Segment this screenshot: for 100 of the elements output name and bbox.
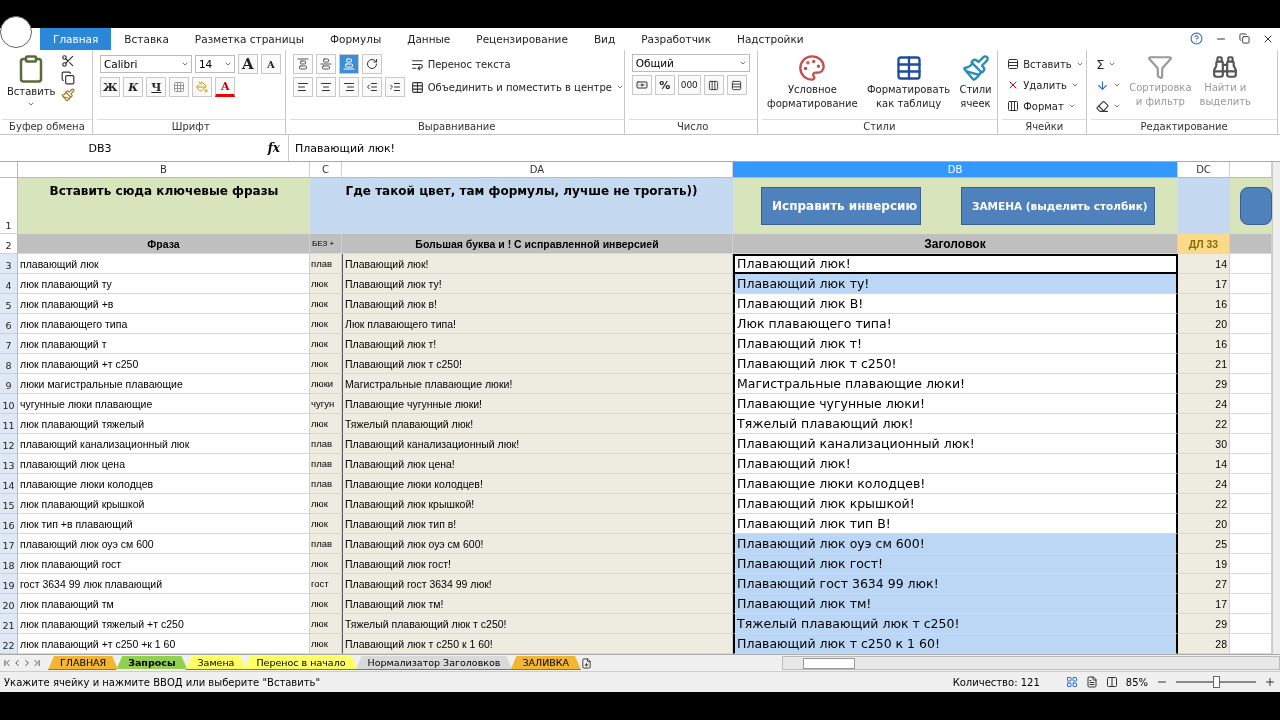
percent-button[interactable]: % xyxy=(654,75,675,95)
cells-button[interactable]: Удалить xyxy=(1005,75,1086,95)
macro-button[interactable]: ЗАМЕНА (выделить столбик) xyxy=(961,187,1155,225)
function-button[interactable]: fx xyxy=(200,141,288,155)
horizontal-scrollbar[interactable] xyxy=(782,656,1280,670)
font-color-button[interactable]: A xyxy=(215,77,236,97)
ribbon-tab[interactable]: Надстройки xyxy=(724,28,817,50)
table-cell: люк xyxy=(310,594,342,614)
outdent-icon xyxy=(365,81,378,93)
table-cell: 14 xyxy=(1178,254,1230,274)
row-header[interactable]: 5 xyxy=(0,294,18,314)
indent-button[interactable] xyxy=(384,77,405,97)
fill-color-button[interactable] xyxy=(192,77,213,97)
ribbon-tab[interactable]: Разметка страницы xyxy=(181,28,317,50)
column-header[interactable]: DA xyxy=(342,162,733,178)
styles-button[interactable]: Стили ячеек xyxy=(957,54,994,110)
wrap-text-button[interactable]: Перенос текста xyxy=(408,54,626,74)
row-header[interactable]: 3 xyxy=(0,254,18,274)
sheet-tab[interactable]: Нормализатор Заголовков xyxy=(355,656,513,670)
merge-button[interactable]: Объединить и поместить в центре xyxy=(408,77,626,97)
cells-button[interactable]: Формат xyxy=(1005,96,1086,116)
table-cell: Тяжелый плавающий люк т с250! xyxy=(733,614,1178,634)
row-header[interactable]: 21 xyxy=(0,614,18,634)
row-header[interactable]: 2 xyxy=(0,234,18,254)
row-header[interactable]: 1 xyxy=(0,178,18,234)
table-cell: Плавающий люк крышкой! xyxy=(733,494,1178,514)
row-header[interactable]: 15 xyxy=(0,494,18,514)
table-cell: люк плавающий +в xyxy=(18,294,310,314)
shrink-font-button[interactable]: A xyxy=(260,54,281,74)
grow-font-button[interactable]: A xyxy=(237,54,258,74)
sheet-tab[interactable]: ГЛАВНАЯ xyxy=(48,656,119,670)
bold-button[interactable]: Ж xyxy=(99,77,121,97)
row-header[interactable]: 22 xyxy=(0,634,18,654)
vertical-align-button[interactable] xyxy=(292,54,313,74)
orientation-button[interactable] xyxy=(361,54,382,74)
outdent-button[interactable] xyxy=(361,77,382,97)
ribbon-tab[interactable]: Разработчик xyxy=(628,28,724,50)
ribbon-tab[interactable]: Формулы xyxy=(316,28,395,50)
table-cell: плавающие люки колодцев xyxy=(18,474,310,494)
italic-button[interactable]: К xyxy=(123,77,144,97)
macro-button[interactable] xyxy=(1240,187,1272,225)
table-cell: Плавающий люк гост! xyxy=(733,554,1178,574)
table-cell: чугунные люки плавающие xyxy=(18,394,310,414)
zoom-thumb[interactable] xyxy=(1213,676,1220,688)
number-format-select[interactable]: Общий xyxy=(631,54,750,72)
borders-button[interactable] xyxy=(169,77,190,97)
column-header[interactable]: C xyxy=(310,162,342,178)
table-cell: Плавающий люк т с250! xyxy=(733,354,1178,374)
row-header[interactable]: 16 xyxy=(0,514,18,534)
cells-button[interactable]: Вставить xyxy=(1005,54,1086,74)
vertical-scrollbar[interactable] xyxy=(1272,162,1280,654)
styles-button[interactable]: Форматировать как таблицу xyxy=(864,54,953,110)
row-header[interactable]: 8 xyxy=(0,354,18,374)
sheet-tab[interactable]: Перенос в начало xyxy=(244,656,358,670)
ribbon-tab[interactable]: Вид xyxy=(580,28,629,50)
row-header[interactable]: 4 xyxy=(0,274,18,294)
underline-button[interactable]: Ч xyxy=(146,77,167,97)
scroll-thumb[interactable] xyxy=(803,657,855,669)
table-cell: Плавающий люк гост! xyxy=(342,554,733,574)
zoom-level[interactable]: 85% xyxy=(1125,676,1148,688)
row-header[interactable]: 17 xyxy=(0,534,18,554)
table-cell: 20 xyxy=(1178,514,1230,534)
font-select[interactable]: Calibri xyxy=(99,55,192,73)
row-header[interactable]: 13 xyxy=(0,454,18,474)
paste-button[interactable]: Вставить xyxy=(5,54,58,108)
table-cell: плавающий канализационный люк xyxy=(18,434,310,454)
sheet-tab[interactable]: Запросы xyxy=(116,656,188,670)
row-header[interactable]: 20 xyxy=(0,594,18,614)
row-header[interactable]: 14 xyxy=(0,474,18,494)
row-header[interactable]: 18 xyxy=(0,554,18,574)
autosum-button[interactable]: Σ xyxy=(1094,54,1124,74)
row-header[interactable]: 6 xyxy=(0,314,18,334)
align-right-button[interactable] xyxy=(338,77,359,97)
name-box[interactable]: DB3 xyxy=(0,141,200,155)
ribbon-tab[interactable]: Вставка xyxy=(111,28,182,50)
column-header[interactable]: B xyxy=(18,162,310,178)
column-header[interactable]: DC xyxy=(1178,162,1230,178)
increase-decimal-button[interactable] xyxy=(703,75,724,95)
align-center-button[interactable] xyxy=(315,77,336,97)
row-header[interactable]: 11 xyxy=(0,414,18,434)
table-cell: 29 xyxy=(1178,614,1230,634)
size-select[interactable]: 14 xyxy=(194,55,235,73)
thousands-button[interactable]: 000 xyxy=(677,75,701,95)
ribbon-tab[interactable]: Данные xyxy=(394,28,464,50)
row-header[interactable]: 7 xyxy=(0,334,18,354)
ribbon-tab[interactable]: Главная xyxy=(40,28,112,50)
currency-button[interactable] xyxy=(631,75,652,95)
ribbon-tab[interactable]: Рецензирование xyxy=(463,28,581,50)
styles-button[interactable]: Условное форматирование xyxy=(765,54,860,110)
vertical-align-button[interactable] xyxy=(315,54,336,74)
formula-field[interactable]: Плавающий люк! xyxy=(288,135,1280,161)
row-header[interactable]: 19 xyxy=(0,574,18,594)
decrease-decimal-button[interactable] xyxy=(726,75,747,95)
align-left-button[interactable] xyxy=(292,77,313,97)
sheet-tab[interactable]: Замена xyxy=(185,656,247,670)
sheet-tab[interactable]: ЗАЛИВКА xyxy=(510,656,581,670)
row-header[interactable]: 9 xyxy=(0,374,18,394)
macro-button[interactable]: Исправить инверсию xyxy=(761,187,921,225)
row-header[interactable]: 10 xyxy=(0,394,18,414)
row-header[interactable]: 12 xyxy=(0,434,18,454)
